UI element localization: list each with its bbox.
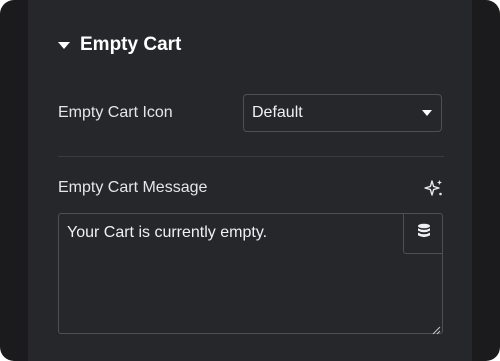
editor-window: Empty Cart Empty Cart Icon Default Empty… xyxy=(0,0,500,361)
sparkle-ai-icon[interactable] xyxy=(424,178,444,198)
settings-panel: Empty Cart Empty Cart Icon Default Empty… xyxy=(28,0,472,361)
caret-down-icon xyxy=(58,42,70,49)
empty-cart-icon-label: Empty Cart Icon xyxy=(58,104,173,121)
empty-cart-icon-select[interactable]: Default xyxy=(243,94,442,132)
section-toggle-empty-cart[interactable]: Empty Cart xyxy=(58,30,181,60)
dynamic-tags-button[interactable] xyxy=(403,213,443,254)
section-title: Empty Cart xyxy=(80,34,182,55)
divider xyxy=(58,156,444,157)
chevron-down-icon xyxy=(422,110,432,116)
empty-cart-message-label: Empty Cart Message xyxy=(58,179,208,196)
resize-handle-icon[interactable] xyxy=(431,322,441,335)
database-icon xyxy=(417,223,431,244)
select-value: Default xyxy=(252,104,303,121)
empty-cart-message-textarea[interactable]: Your Cart is currently empty. xyxy=(58,213,443,334)
